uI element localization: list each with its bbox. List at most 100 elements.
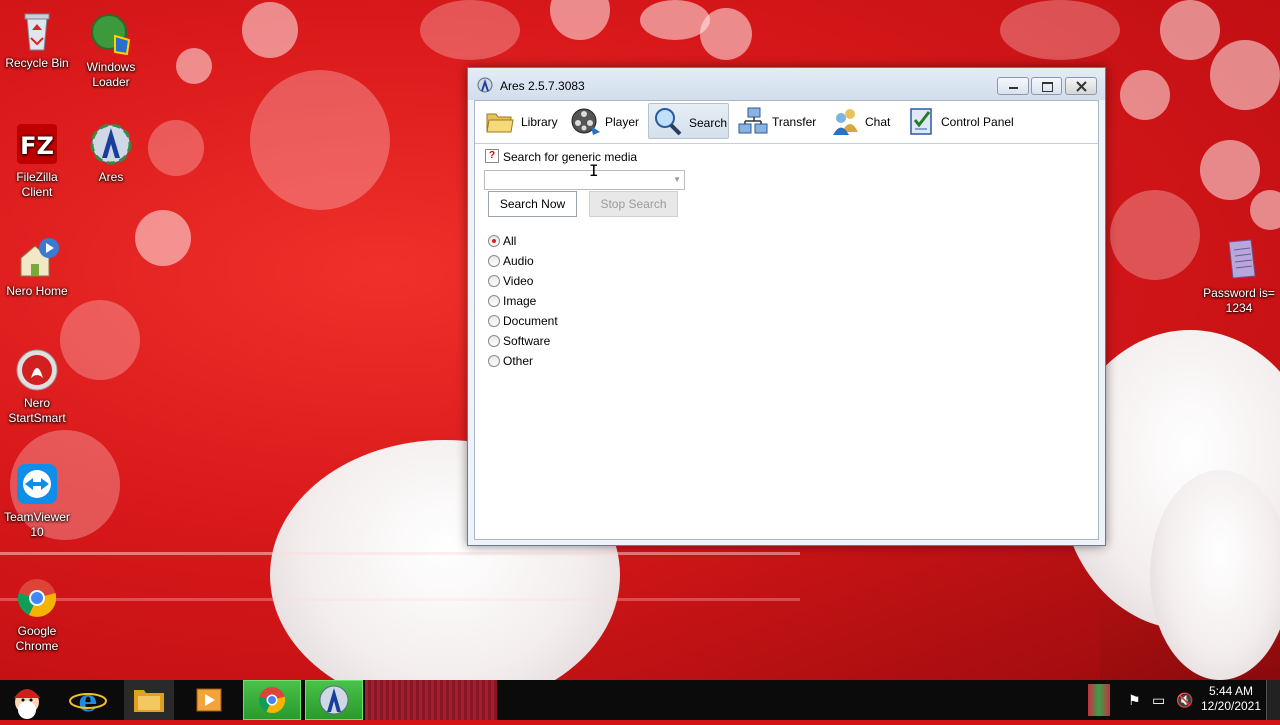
desktop-icon-label: Windows Loader xyxy=(86,60,136,89)
ares-icon xyxy=(89,122,133,166)
radio-button[interactable] xyxy=(488,275,500,287)
search-heading: Search for generic media xyxy=(503,150,638,164)
toolbar-control-panel[interactable]: Control Panel xyxy=(903,103,1015,139)
desktop-icon-label: FileZilla Client xyxy=(16,170,58,199)
film-reel-icon xyxy=(571,106,601,136)
radio-button[interactable] xyxy=(488,295,500,307)
radio-button[interactable] xyxy=(488,355,500,367)
recycle-bin-icon xyxy=(15,8,59,52)
ares-window: Ares 2.5.7.3083 Library Player Search Tr… xyxy=(467,67,1106,546)
radio-button[interactable] xyxy=(488,255,500,267)
nero-home-icon xyxy=(15,236,59,280)
ares-app-icon xyxy=(477,77,493,93)
chevron-down-icon[interactable]: ▼ xyxy=(673,175,681,184)
radio-label: Image xyxy=(503,294,537,308)
radio-label: All xyxy=(503,234,517,248)
radio-button[interactable] xyxy=(488,235,500,247)
minimize-icon xyxy=(1009,87,1018,89)
desktop-icon-label: Recycle Bin xyxy=(5,56,69,70)
toolbar-label: Search xyxy=(689,116,728,130)
clock-time: 5:44 AM xyxy=(1208,684,1254,698)
toolbar-label: Chat xyxy=(865,115,891,129)
taskbar-empty-slot xyxy=(365,680,497,720)
desktop-icon-teamviewer[interactable]: TeamViewer 10 xyxy=(0,462,74,540)
radio-label: Other xyxy=(503,354,534,368)
magnifier-icon xyxy=(653,107,683,137)
title-bar[interactable]: Ares 2.5.7.3083 xyxy=(468,68,1105,100)
desktop-icon-google-chrome[interactable]: Google Chrome xyxy=(0,576,74,654)
flag-icon[interactable]: ⚑ xyxy=(1128,692,1141,709)
taskbar-internet-explorer[interactable]: e xyxy=(62,680,114,720)
toolbar-player[interactable]: Player xyxy=(567,103,643,139)
stop-search-button[interactable]: Stop Search xyxy=(589,191,678,217)
toolbar-library[interactable]: Library xyxy=(481,103,561,139)
search-input[interactable]: ▼ xyxy=(484,170,685,190)
maximize-button[interactable] xyxy=(1031,77,1062,95)
desktop-icon-label: Password is= 1234 xyxy=(1203,286,1275,315)
window-title: Ares 2.5.7.3083 xyxy=(500,79,585,93)
radio-label: Document xyxy=(503,314,558,328)
start-button[interactable] xyxy=(0,680,56,720)
desktop-icon-label: Google Chrome xyxy=(15,624,59,653)
taskbar-ares[interactable] xyxy=(305,680,363,720)
desktop-icon-password-file[interactable]: Password is= 1234 xyxy=(1198,238,1280,316)
users-icon xyxy=(831,106,861,136)
show-desktop-button[interactable] xyxy=(1266,680,1280,720)
text-document-icon xyxy=(1217,238,1261,282)
windows-loader-icon xyxy=(89,12,133,56)
nero-startsmart-icon xyxy=(15,348,59,392)
network-icon xyxy=(738,106,768,136)
svg-text:FZ: FZ xyxy=(20,132,54,160)
ares-icon xyxy=(319,685,349,715)
internet-explorer-icon: e xyxy=(69,684,107,719)
desktop-icon-label: Nero StartSmart xyxy=(8,396,66,425)
close-icon xyxy=(1076,81,1087,92)
toolbar-label: Transfer xyxy=(772,115,817,129)
radio-label: Software xyxy=(503,334,551,348)
folder-icon xyxy=(485,106,515,136)
toolbar-chat[interactable]: Chat xyxy=(827,103,897,139)
desktop-icon-label: Ares xyxy=(98,170,124,184)
filezilla-icon: FZ xyxy=(15,122,59,166)
media-player-icon xyxy=(196,688,222,712)
search-now-button[interactable]: Search Now xyxy=(488,191,577,217)
desktop-icon-ares[interactable]: Ares xyxy=(74,122,148,185)
toolbar-label: Player xyxy=(605,115,640,129)
desktop-icon-nero-startsmart[interactable]: Nero StartSmart xyxy=(0,348,74,426)
taskbar-google-chrome[interactable] xyxy=(243,680,301,720)
chrome-icon xyxy=(15,576,59,620)
desktop-icon-recycle-bin[interactable]: Recycle Bin xyxy=(0,8,74,71)
tray-clock[interactable]: 5:44 AM 12/20/2021 xyxy=(1196,684,1266,714)
radio-button[interactable] xyxy=(488,335,500,347)
checklist-icon xyxy=(907,106,937,136)
desktop-icon-nero-home[interactable]: Nero Home xyxy=(0,236,74,299)
taskbar: e ⚑ ▭ 🔇 5:44 AM 12/20/2021 xyxy=(0,680,1280,720)
desktop-icon-label: TeamViewer 10 xyxy=(4,510,70,539)
minimize-button[interactable] xyxy=(997,77,1029,95)
taskbar-file-explorer[interactable] xyxy=(124,680,174,720)
desktop-icon-label: Nero Home xyxy=(6,284,68,298)
chrome-icon xyxy=(258,687,286,714)
main-toolbar: Library Player Search Transfer Chat Cont… xyxy=(475,101,1098,144)
radio-button[interactable] xyxy=(488,315,500,327)
radio-label: Audio xyxy=(503,254,534,268)
toolbar-label: Control Panel xyxy=(941,115,1014,129)
help-icon: ? xyxy=(485,149,499,163)
santa-start-icon xyxy=(14,689,40,719)
taskbar-media-player[interactable] xyxy=(184,680,234,720)
tray-app-icon[interactable] xyxy=(1088,684,1110,716)
svg-text:e: e xyxy=(78,684,97,719)
desktop-icon-filezilla[interactable]: FZ FileZilla Client xyxy=(0,122,74,200)
toolbar-transfer[interactable]: Transfer xyxy=(734,103,818,139)
toolbar-label: Library xyxy=(521,115,558,129)
radio-label: Video xyxy=(503,274,534,288)
ibeam-cursor-icon: I xyxy=(589,161,599,180)
teamviewer-icon xyxy=(15,462,59,506)
toolbar-search[interactable]: Search xyxy=(648,103,729,139)
desktop-icon-windows-loader[interactable]: Windows Loader xyxy=(74,12,148,90)
close-button[interactable] xyxy=(1065,77,1097,95)
volume-muted-icon[interactable]: 🔇 xyxy=(1176,692,1193,709)
folder-icon xyxy=(134,690,164,712)
window-client-area: Library Player Search Transfer Chat Cont… xyxy=(474,100,1099,540)
network-icon[interactable]: ▭ xyxy=(1152,692,1165,709)
